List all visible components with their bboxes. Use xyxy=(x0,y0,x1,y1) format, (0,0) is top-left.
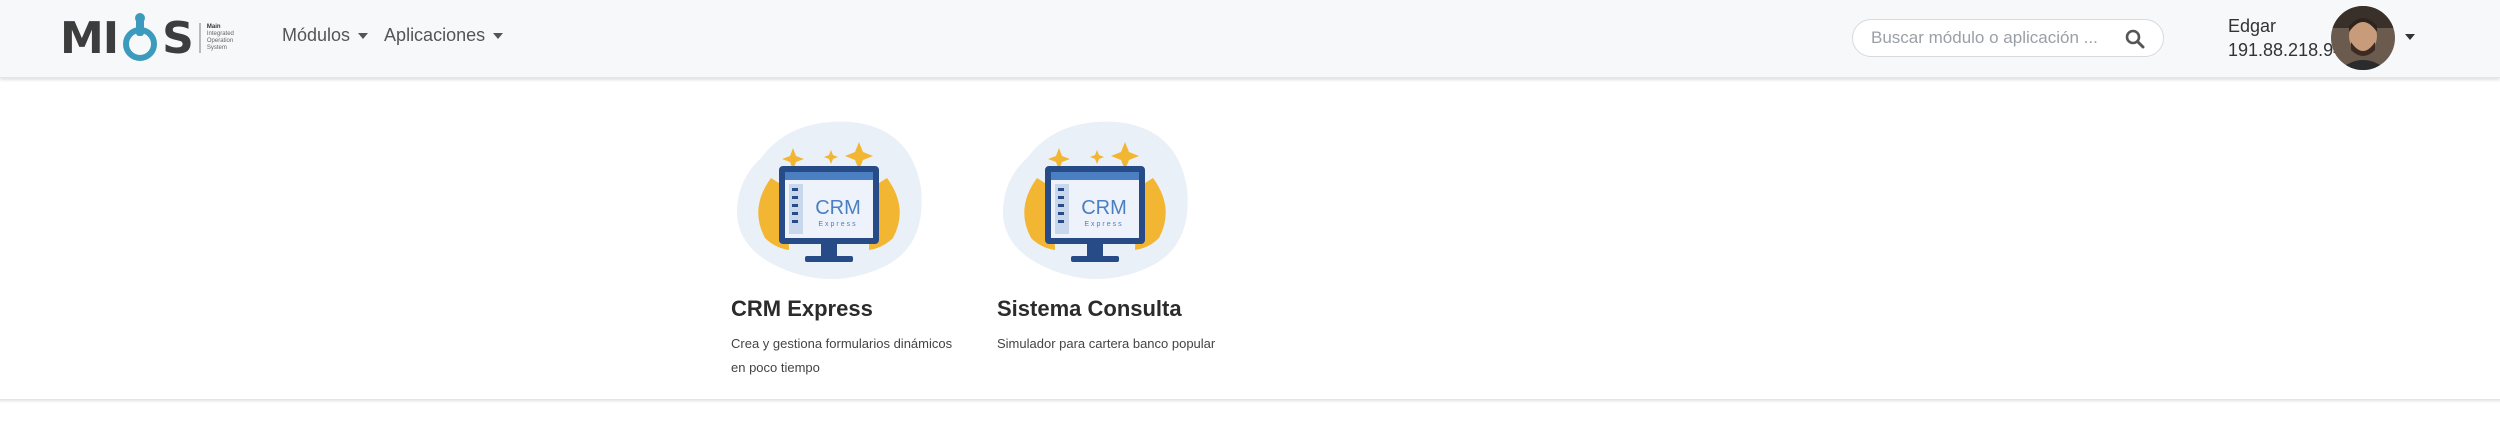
nav-modulos-dropdown[interactable]: Módulos xyxy=(282,25,369,46)
main-menu: Módulos Aplicaciones xyxy=(282,25,504,46)
app-card-title[interactable]: CRM Express xyxy=(731,296,873,322)
crm-monitor-illustration-icon: CRM Express xyxy=(736,121,922,279)
logo-letter-s: S xyxy=(162,12,194,64)
logo-subtitle: Main Integrated Operation System xyxy=(198,23,234,53)
chevron-down-icon xyxy=(493,32,504,39)
nav-aplicaciones-dropdown[interactable]: Aplicaciones xyxy=(384,25,504,46)
app-card-description: Crea y gestiona formularios dinámicos en… xyxy=(731,336,953,375)
user-ip: 191.88.218.94 xyxy=(2228,40,2344,60)
svg-text:CRM: CRM xyxy=(1081,197,1127,219)
svg-text:CRM: CRM xyxy=(815,197,861,219)
logo-letters-mi: MI xyxy=(60,12,119,64)
svg-text:Express: Express xyxy=(1084,221,1123,228)
svg-text:Express: Express xyxy=(818,221,857,228)
search-icon[interactable] xyxy=(2125,29,2145,49)
app-card-description: Simulador para cartera banco popular xyxy=(997,336,1216,351)
logo-o-icon xyxy=(120,12,160,64)
user-info: Edgar 191.88.218.94 xyxy=(2228,14,2343,62)
content-bottom-divider xyxy=(0,399,2500,403)
top-navbar: MI S Main Integrated Operation System Mó… xyxy=(0,0,2500,78)
user-menu-chevron-icon[interactable] xyxy=(2405,34,2415,40)
consulta-monitor-illustration-icon: CRM Express xyxy=(1002,121,1188,279)
app-logo[interactable]: MI S Main Integrated Operation System xyxy=(60,12,234,64)
user-name: Edgar xyxy=(2228,16,2277,36)
search-input[interactable] xyxy=(1869,27,2123,49)
nav-aplicaciones-label: Aplicaciones xyxy=(384,25,486,45)
app-card-title[interactable]: Sistema Consulta xyxy=(997,296,1182,322)
search-box xyxy=(1852,19,2164,57)
chevron-down-icon xyxy=(358,32,369,39)
avatar[interactable] xyxy=(2331,6,2395,70)
nav-modulos-label: Módulos xyxy=(282,25,351,45)
